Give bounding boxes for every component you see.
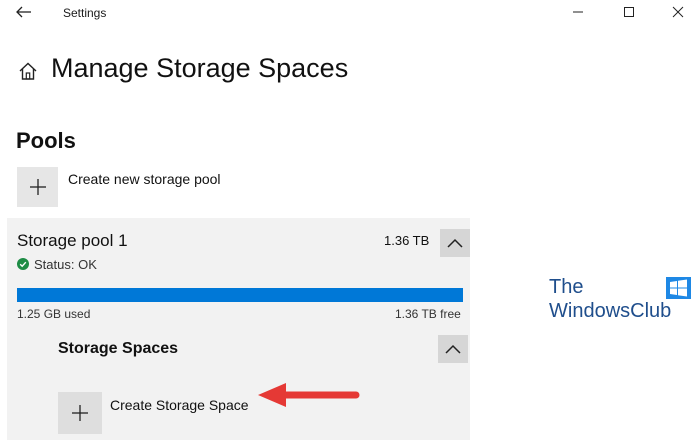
title-bar: Settings <box>0 0 700 26</box>
usage-bar-fill <box>17 288 463 302</box>
windows-logo-icon <box>666 277 691 299</box>
watermark-line1: The <box>549 276 584 298</box>
chevron-up-icon <box>445 344 461 354</box>
chevron-up-icon <box>447 238 463 248</box>
create-storage-space-link[interactable]: Create Storage Space <box>110 397 249 413</box>
maximize-icon <box>624 7 634 17</box>
pool-status: Status: OK <box>34 257 97 272</box>
check-circle-icon <box>17 258 29 270</box>
storage-spaces-collapse-button[interactable] <box>438 335 468 363</box>
page-title: Manage Storage Spaces <box>51 53 349 83</box>
pools-heading: Pools <box>16 128 76 153</box>
back-button[interactable] <box>13 2 35 22</box>
used-space-label: 1.25 GB used <box>17 307 91 321</box>
free-space-label: 1.36 TB free <box>395 307 461 321</box>
usage-bar <box>17 288 463 302</box>
minimize-icon <box>573 11 583 13</box>
plus-icon <box>29 179 46 195</box>
create-storage-space-button[interactable] <box>58 392 102 434</box>
pool-name: Storage pool 1 <box>17 231 128 250</box>
storage-spaces-heading: Storage Spaces <box>58 340 179 357</box>
maximize-button[interactable] <box>617 1 641 23</box>
watermark-line2: WindowsClub <box>549 300 672 322</box>
pool-size: 1.36 TB <box>384 233 430 248</box>
create-pool-link[interactable]: Create new storage pool <box>68 171 221 187</box>
plus-icon <box>72 405 88 421</box>
create-pool-button[interactable] <box>17 167 58 207</box>
close-icon <box>672 6 684 18</box>
window-title: Settings <box>63 6 107 20</box>
minimize-button[interactable] <box>566 1 590 23</box>
back-arrow-icon <box>16 6 31 18</box>
pool-collapse-button[interactable] <box>440 229 470 257</box>
watermark: The WindowsClub <box>549 276 699 326</box>
annotation-arrow-icon <box>258 383 360 407</box>
home-icon[interactable] <box>17 60 39 82</box>
close-button[interactable] <box>666 1 690 23</box>
